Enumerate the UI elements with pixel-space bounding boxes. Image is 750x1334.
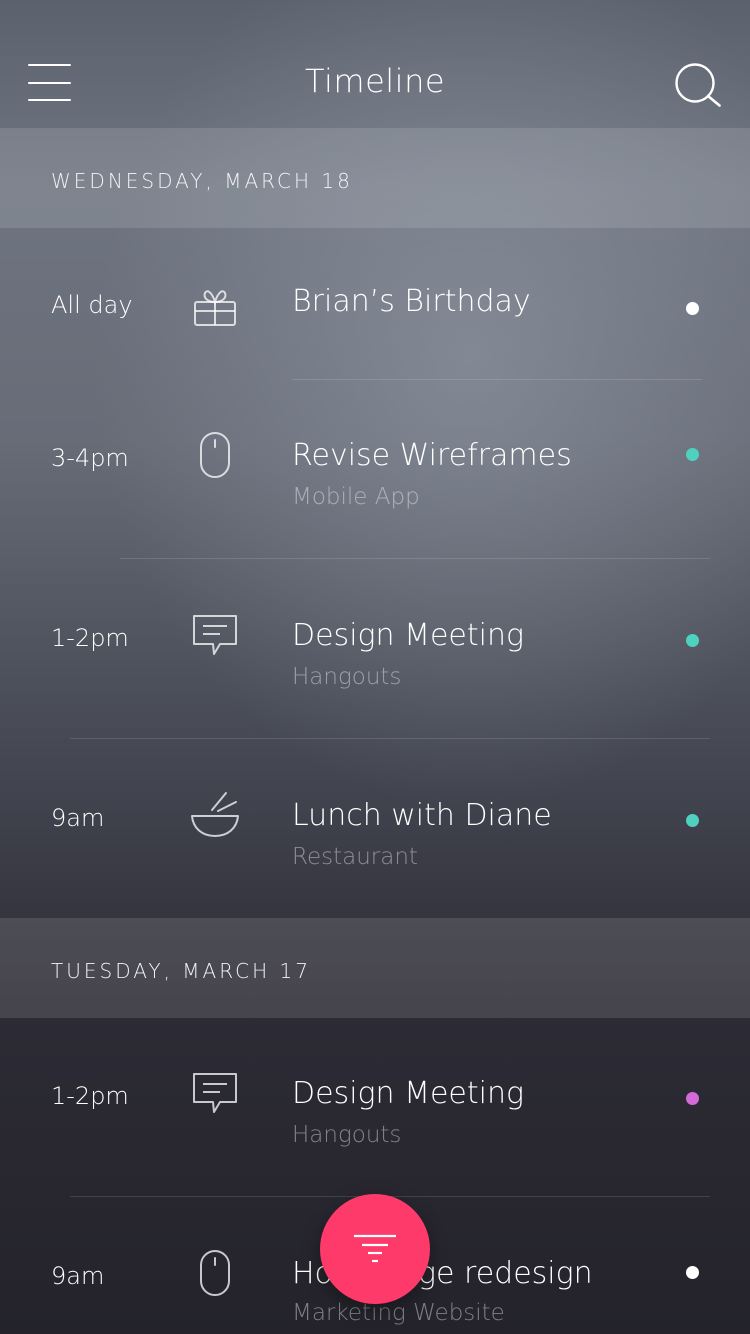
- event-title: Design Meeting: [292, 618, 524, 653]
- event-subtitle: Hangouts: [292, 1122, 402, 1148]
- search-icon[interactable]: [674, 62, 722, 110]
- event-time: 3-4pm: [51, 444, 129, 472]
- event-row[interactable]: 3-4pm Revise Wireframes Mobile App: [0, 380, 750, 560]
- event-row[interactable]: 9am Lunch with Diane Restaurant: [0, 740, 750, 918]
- date-header-label: WEDNESDAY, MARCH 18: [51, 169, 353, 193]
- event-title: Lunch with Diane: [292, 798, 552, 833]
- status-dot: [686, 814, 699, 827]
- status-dot: [686, 302, 699, 315]
- status-dot: [686, 448, 699, 461]
- event-row[interactable]: All day Brian’s Birthday: [0, 228, 750, 380]
- divider: [120, 558, 710, 559]
- event-time: 9am: [51, 1262, 105, 1290]
- event-row[interactable]: 1-2pm Design Meeting Hangouts: [0, 1018, 750, 1198]
- mouse-icon: [190, 430, 240, 480]
- event-subtitle: Hangouts: [292, 664, 402, 690]
- event-time: All day: [51, 291, 133, 319]
- event-title: Design Meeting: [292, 1076, 524, 1111]
- status-dot: [686, 634, 699, 647]
- divider: [70, 738, 710, 739]
- event-subtitle: Marketing Website: [292, 1300, 505, 1326]
- event-row[interactable]: 1-2pm Design Meeting Hangouts: [0, 560, 750, 740]
- gift-icon: [190, 282, 240, 332]
- status-dot: [686, 1092, 699, 1105]
- status-dot: [686, 1266, 699, 1279]
- bowl-chopsticks-icon: [190, 790, 240, 840]
- page-title: Timeline: [304, 62, 446, 100]
- event-time: 9am: [51, 804, 105, 832]
- date-header: WEDNESDAY, MARCH 18: [0, 128, 750, 228]
- event-time: 1-2pm: [51, 1082, 129, 1110]
- filter-button[interactable]: [320, 1194, 430, 1304]
- mouse-icon: [190, 1248, 240, 1298]
- chat-icon: [190, 610, 240, 660]
- filter-icon: [354, 1234, 396, 1263]
- date-header: TUESDAY, MARCH 17: [0, 918, 750, 1018]
- event-title: Revise Wireframes: [292, 438, 572, 473]
- date-header-label: TUESDAY, MARCH 17: [51, 959, 311, 983]
- top-bar: Timeline: [0, 0, 750, 128]
- event-time: 1-2pm: [51, 624, 129, 652]
- chat-icon: [190, 1068, 240, 1118]
- event-title: Brian’s Birthday: [292, 284, 531, 319]
- event-subtitle: Restaurant: [292, 844, 418, 870]
- event-subtitle: Mobile App: [292, 484, 420, 510]
